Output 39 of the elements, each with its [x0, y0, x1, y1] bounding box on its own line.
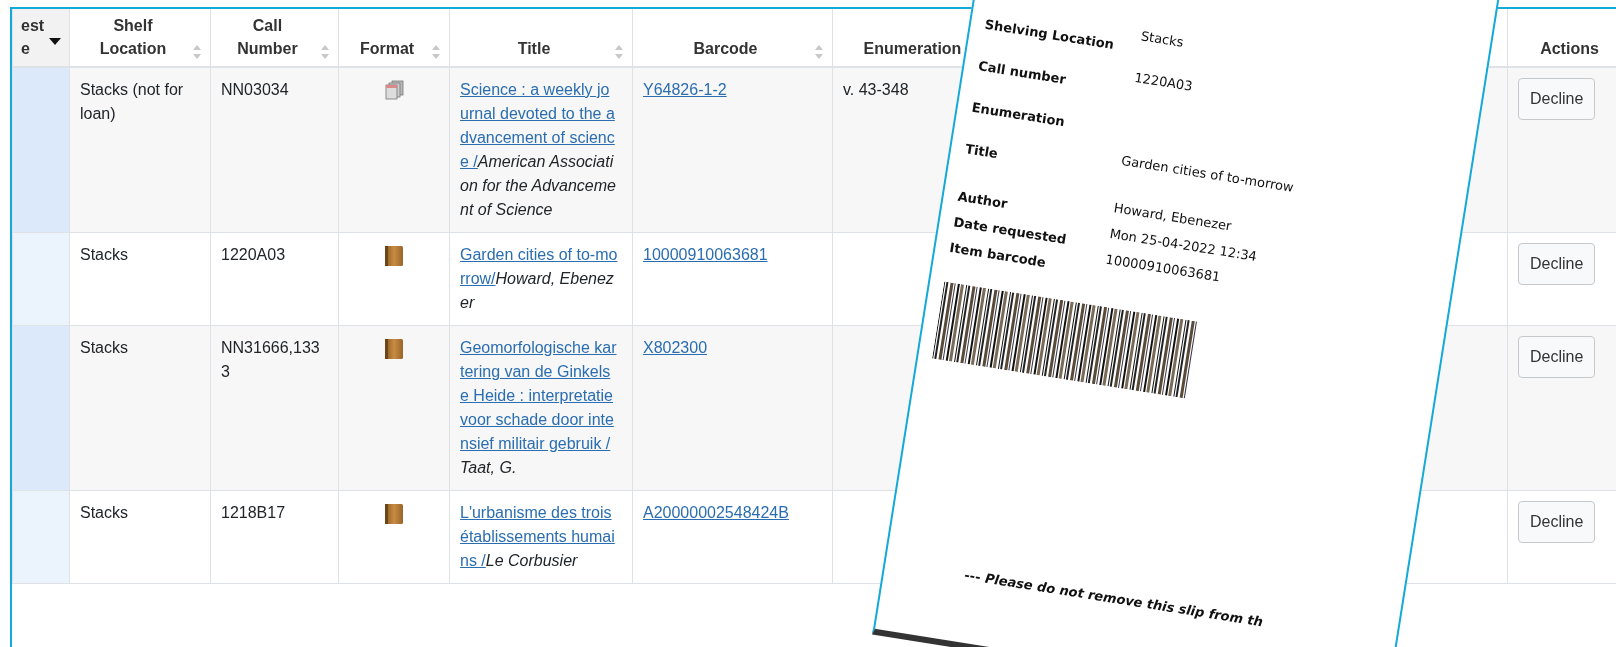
column-header[interactable]: Barcode [693, 37, 758, 60]
decline-button[interactable]: Decline [1518, 501, 1596, 543]
decline-button[interactable]: Decline [1518, 243, 1596, 285]
shelf-location-text: Stacks [80, 246, 128, 263]
barcode-link[interactable]: A20000002548424B [643, 504, 789, 521]
slip-value: Stacks [1140, 28, 1186, 52]
slip-label: Call number [977, 58, 1068, 89]
sort-icon[interactable] [431, 44, 441, 60]
decline-button[interactable]: Decline [1518, 78, 1596, 120]
sort-icon[interactable] [614, 44, 624, 60]
sort-icon[interactable] [320, 44, 330, 60]
column-header[interactable]: Format [359, 37, 415, 60]
sort-icon[interactable] [814, 44, 824, 60]
caret-icon[interactable] [49, 38, 61, 46]
slip-label: Title [964, 141, 1000, 164]
barcode-link[interactable]: Y64826-1-2 [643, 81, 727, 98]
slip-label: Author [956, 188, 1010, 214]
stacked-pages-icon [384, 80, 404, 100]
shelf-location-text: Stacks (not for loan) [80, 81, 184, 122]
enumeration-text: v. 43-348 [843, 81, 909, 98]
slip-label: Shelving Location [983, 16, 1117, 54]
sort-icon[interactable] [192, 44, 202, 60]
book-icon [384, 503, 404, 525]
column-header[interactable]: Title [517, 37, 551, 60]
call-number-text: 1218B17 [221, 504, 286, 521]
decline-button[interactable]: Decline [1518, 336, 1596, 378]
shelf-location-text: Stacks [80, 339, 128, 356]
call-number-text: 1220A03 [221, 246, 286, 263]
slip-footer-text: --- Please do not remove this slip from th [963, 567, 1265, 632]
shelf-location-text: Stacks [80, 504, 128, 521]
barcode-link[interactable]: 10000910063681 [643, 246, 768, 263]
book-icon [384, 338, 404, 360]
slip-value: Garden cities of to-morrow [1120, 152, 1296, 197]
call-number-text: NN31666,1333 [221, 339, 320, 380]
slip-value: 1220A03 [1133, 69, 1195, 96]
slip-label: Item barcode [948, 240, 1047, 272]
call-number-text: NN03034 [221, 81, 289, 98]
barcode-link[interactable]: X802300 [643, 339, 708, 356]
book-icon [384, 245, 404, 267]
